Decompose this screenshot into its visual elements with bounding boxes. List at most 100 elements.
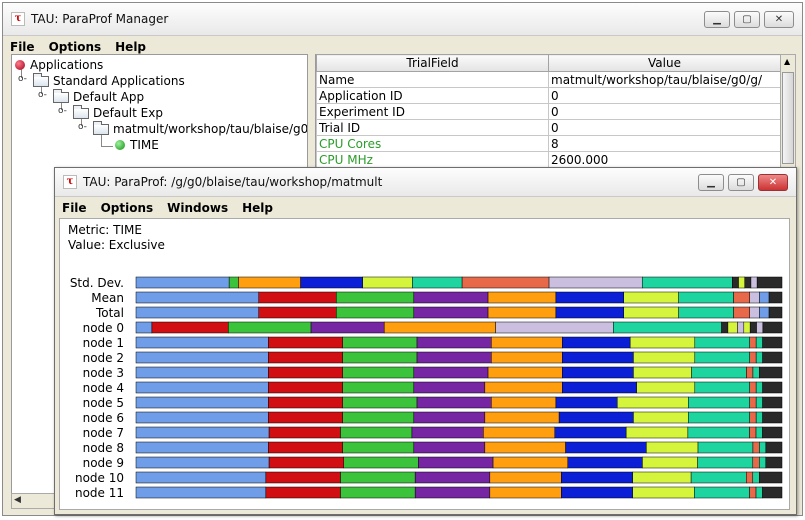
scrollbar-thumb[interactable] [782,72,794,164]
bar-segment[interactable] [413,381,486,394]
bar-segment[interactable] [632,486,695,499]
scroll-left-icon[interactable]: ◀ [14,495,21,505]
bar-segment[interactable] [762,321,783,334]
column-header-trialfield[interactable]: TrialField [316,54,549,72]
bar-segment[interactable] [755,411,763,424]
bar-segment[interactable] [268,366,343,379]
expand-key-icon[interactable]: o- [58,106,67,116]
bar-segment[interactable] [732,276,739,289]
bar-segment[interactable] [268,381,343,394]
bar-segment[interactable] [687,426,750,439]
bar-segment[interactable] [228,276,239,289]
expand-key-icon[interactable]: o- [38,90,47,100]
expand-key-icon[interactable]: o- [78,122,87,132]
bar-segment[interactable] [749,306,760,319]
bar-segment[interactable] [746,471,754,484]
bar-segment[interactable] [555,396,618,409]
bar-segment[interactable] [688,396,750,409]
bar-segment[interactable] [749,321,757,334]
bar-segment[interactable] [555,291,624,304]
bar-segment[interactable] [310,321,385,334]
tree-node-trial[interactable]: matmult/workshop/tau/blaise/g0 [93,120,307,137]
bar-segment[interactable] [268,456,345,469]
paraprof-title-bar[interactable]: τ TAU: ParaProf: /g/g0/blaise/tau/worksh… [55,168,796,197]
bar-segment[interactable] [342,366,415,379]
bar-segment[interactable] [411,426,484,439]
bar-segment[interactable] [412,276,463,289]
bar-segment[interactable] [752,441,760,454]
bar-segment[interactable] [561,471,633,484]
bar-segment[interactable] [418,456,494,469]
bar-segment[interactable] [694,336,750,349]
bar-segment[interactable] [135,336,269,349]
bar-segment[interactable] [690,471,747,484]
bar-segment[interactable] [265,471,341,484]
bar-segment[interactable] [414,486,491,499]
bar-segment[interactable] [733,291,750,304]
bar-segment[interactable] [762,411,783,424]
bar-segment[interactable] [135,381,269,394]
menu-windows[interactable]: Windows [160,201,235,215]
maximize-button[interactable]: ▢ [734,10,760,28]
bar-segment[interactable] [746,366,754,379]
bar-segment[interactable] [483,426,556,439]
bar-segment[interactable] [413,366,489,379]
bar-segment[interactable] [492,456,568,469]
bar-segment[interactable] [135,411,269,424]
table-row[interactable]: Experiment ID 0 [316,103,780,120]
bar-segment[interactable] [135,321,153,334]
bar-segment[interactable] [268,396,343,409]
bar-segment[interactable] [646,441,699,454]
expand-key-icon[interactable]: o- [18,74,27,84]
bar-segment[interactable] [762,426,783,439]
bar-segment[interactable] [340,426,413,439]
bar-segment[interactable] [752,366,760,379]
bar-segment[interactable] [759,441,767,454]
bar-segment[interactable] [416,351,492,364]
bar-segment[interactable] [755,351,763,364]
scroll-up-icon[interactable]: ▲ [784,57,790,66]
bar-segment[interactable] [265,486,341,499]
bar-segment[interactable] [491,351,563,364]
bar-segment[interactable] [340,471,416,484]
table-row[interactable]: Name matmult/workshop/tau/blaise/g0/g/ [316,71,780,88]
bar-segment[interactable] [721,321,729,334]
bar-segment[interactable] [697,456,754,469]
bar-segment[interactable] [755,486,763,499]
bar-segment[interactable] [691,366,747,379]
table-vertical-scrollbar[interactable]: ▲ [780,54,796,169]
bar-segment[interactable] [135,441,269,454]
bar-segment[interactable] [336,291,415,304]
bar-segment[interactable] [135,471,267,484]
bar-segment[interactable] [567,456,643,469]
bar-segment[interactable] [633,366,692,379]
bar-segment[interactable] [749,426,757,439]
bar-segment[interactable] [487,306,557,319]
minimize-button[interactable]: ▁ [704,10,730,28]
bar-segment[interactable] [561,486,633,499]
bar-segment[interactable] [625,426,689,439]
bar-segment[interactable] [554,426,627,439]
bar-segment[interactable] [733,306,750,319]
bar-segment[interactable] [749,351,757,364]
bar-segment[interactable] [694,381,750,394]
bar-segment[interactable] [565,441,647,454]
bar-segment[interactable] [558,411,634,424]
bar-segment[interactable] [340,486,416,499]
bar-segment[interactable] [762,381,783,394]
maximize-button[interactable]: ▢ [728,173,754,191]
bar-segment[interactable] [642,456,698,469]
bar-segment[interactable] [342,336,418,349]
bar-segment[interactable] [258,291,337,304]
bar-segment[interactable] [413,411,486,424]
bar-segment[interactable] [752,471,760,484]
bar-segment[interactable] [694,486,750,499]
bar-segment[interactable] [562,366,634,379]
bar-segment[interactable] [694,351,750,364]
bar-segment[interactable] [759,306,770,319]
table-row[interactable]: CPU MHz 2600.000 [316,151,780,168]
bar-segment[interactable] [617,396,689,409]
bar-segment[interactable] [416,336,492,349]
bar-segment[interactable] [738,276,745,289]
bar-segment[interactable] [548,276,643,289]
